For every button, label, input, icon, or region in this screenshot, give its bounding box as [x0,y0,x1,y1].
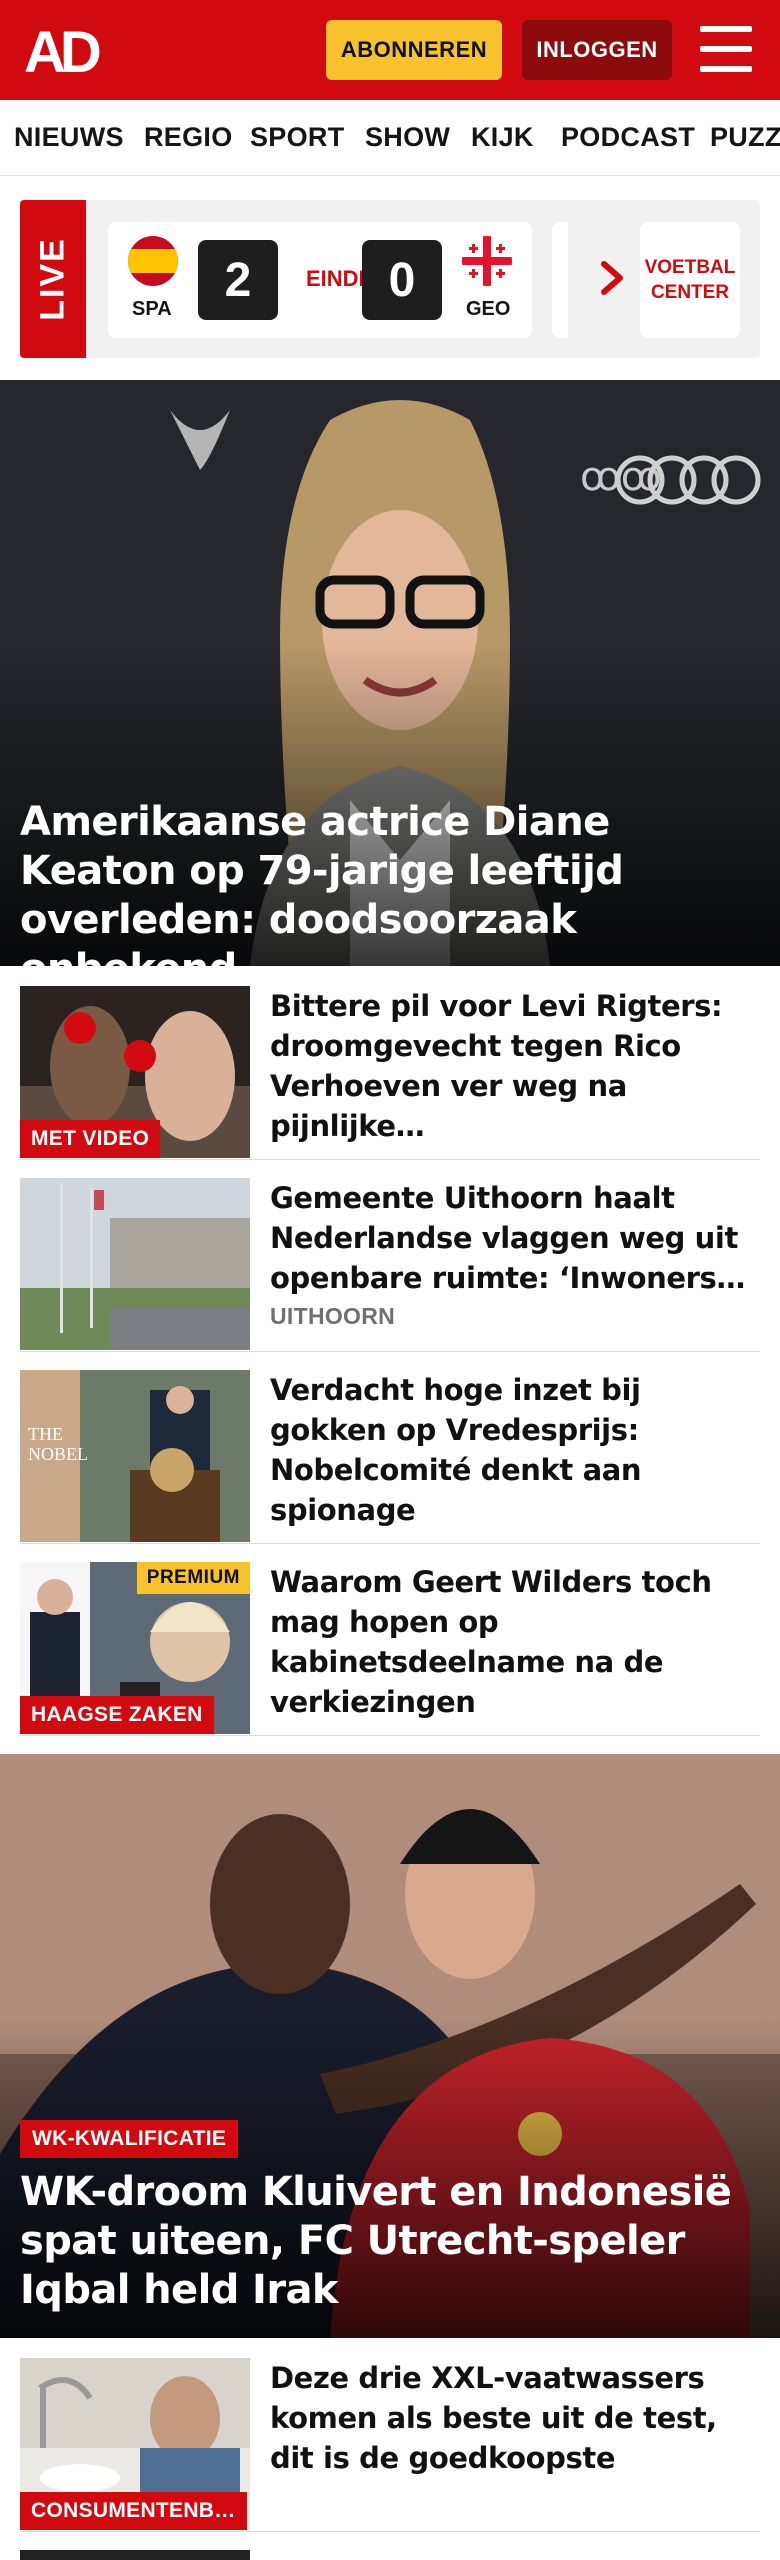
category-tag: WK-KWALIFICATIE [20,2120,239,2158]
article-title[interactable]: Verdacht hoge inzet bij gokken op Vredes… [270,1370,750,1530]
spain-flag-icon [128,236,178,286]
hero-article-keaton[interactable]: ꝏꝏ Amerikaanse actrice Diane Keaton op 7… [0,380,780,966]
menu-icon-bar [700,26,752,32]
main-navigation: NIEUWS REGIO SPORT SHOW KIJK PODCAST PUZ… [0,100,780,176]
article-title[interactable]: Deze drie XXL-vaatwassers komen als best… [270,2358,750,2478]
list-item-wilders[interactable]: PREMIUM HAAGSE ZAKEN Waarom Geert Wilder… [20,1562,760,1736]
category-tag: HAAGSE ZAKEN [20,1696,214,1734]
menu-icon-bar [700,66,752,72]
menu-icon[interactable] [700,26,752,72]
thumbnail-boxing: MET VIDEO [20,986,250,1158]
away-team-code: GEO [466,298,511,320]
home-score: 2 [198,240,278,320]
nav-item-show[interactable]: SHOW [365,122,450,153]
match-card[interactable]: SPA 2 EINDE 0 GEO [108,222,532,338]
thumbnail-nobel: THE NOBEL [20,1370,250,1542]
nav-item-podcast[interactable]: PODCAST [561,122,695,153]
thumbnail-flags [20,1178,250,1350]
thumbnail-dishwasher: CONSUMENTENB… [20,2358,250,2530]
next-match-card[interactable] [552,222,568,338]
top-bar: AD ABONNEREN INLOGGEN [0,0,780,100]
nav-item-nieuws[interactable]: NIEUWS [14,122,124,153]
menu-icon-bar [700,46,752,52]
nav-item-puzzel[interactable]: PUZZ [710,122,780,153]
voetbal-center-line1: VOETBAL [644,257,736,278]
away-score: 0 [362,240,442,320]
article-category: UITHOORN [270,1303,396,1329]
list-item-rigters[interactable]: MET VIDEO Bittere pil voor Levi Rigters:… [20,986,760,1160]
video-tag: MET VIDEO [20,1120,161,1158]
subscribe-button[interactable]: ABONNEREN [326,20,502,80]
hero-title[interactable]: Amerikaanse actrice Diane Keaton op 79-j… [20,798,760,966]
article-title[interactable]: Bittere pil voor Levi Rigters: droomgeve… [270,986,750,1146]
ad-logo[interactable]: AD [24,22,116,78]
list-item-uithoorn[interactable]: Gemeente Uithoorn haalt Nederlandse vlag… [20,1178,760,1352]
svg-text:AD: AD [24,22,100,78]
chevron-right-icon[interactable] [592,256,632,300]
nav-item-regio[interactable]: REGIO [144,122,233,153]
article-title[interactable]: Gemeente Uithoorn haalt Nederlandse vlag… [270,1178,750,1298]
hero-title[interactable]: WK-droom Kluivert en Indonesië spat uite… [20,2168,760,2315]
georgia-flag-icon [462,236,512,286]
nav-item-sport[interactable]: SPORT [250,122,345,153]
nav-item-kijk[interactable]: KIJK [471,122,534,153]
hero-article-kluivert[interactable]: WK-KWALIFICATIE WK-droom Kluivert en Ind… [0,1754,780,2338]
home-team-code: SPA [132,298,172,320]
thumbnail-wilders: PREMIUM HAAGSE ZAKEN [20,1562,250,1734]
live-scores-widget: LIVE SPA 2 EINDE 0 GEO VOETBAL CENTER [20,200,760,358]
svg-text:NOBEL: NOBEL [28,1444,88,1464]
live-badge: LIVE [20,200,86,358]
voetbal-center-line2: CENTER [650,282,730,303]
category-tag: CONSUMENTENB… [20,2492,247,2530]
voetbal-center-link[interactable]: VOETBAL CENTER [640,222,740,338]
article-title[interactable]: Waarom Geert Wilders toch mag hopen op k… [270,1562,750,1722]
svg-text:THE: THE [28,1424,63,1444]
list-item-vaatwassers[interactable]: CONSUMENTENB… Deze drie XXL-vaatwassers … [20,2358,760,2532]
list-item-next-thumbnail [20,2550,250,2560]
login-button[interactable]: INLOGGEN [522,20,672,80]
premium-badge: PREMIUM [136,1562,250,1594]
list-item-nobel[interactable]: THE NOBEL Verdacht hoge inzet bij gokken … [20,1370,760,1544]
